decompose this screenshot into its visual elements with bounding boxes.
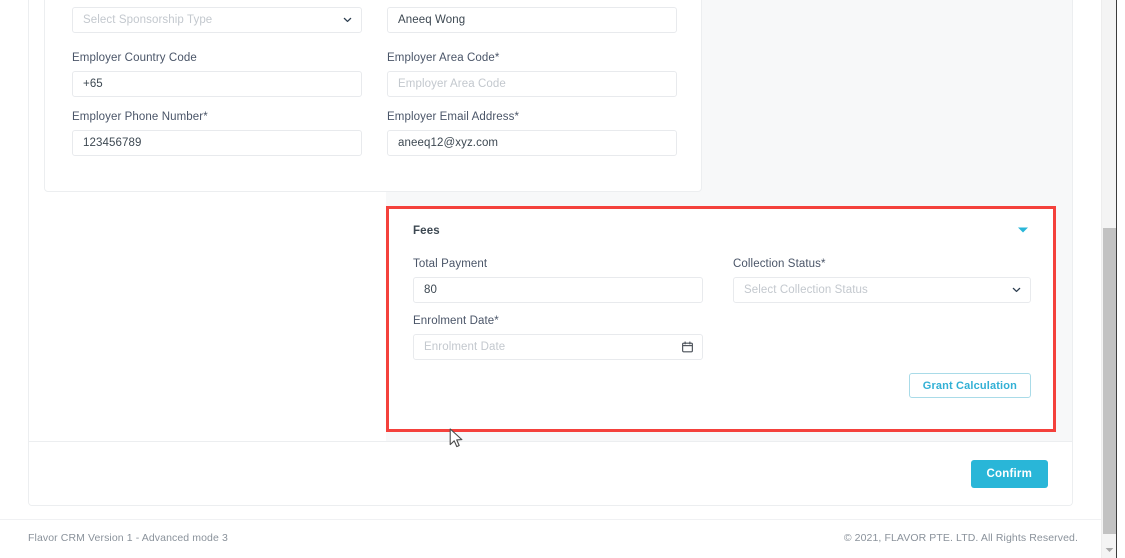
fees-panel-header: Fees: [413, 221, 1029, 243]
scrollbar-thumb[interactable]: [1103, 228, 1116, 534]
employer-phone-number-value: 123456789: [83, 137, 142, 149]
total-payment-input[interactable]: 80: [413, 277, 703, 303]
form-action-bar: Confirm: [29, 441, 1072, 505]
total-payment-value: 80: [424, 284, 437, 296]
employer-details-panel: Sponsorship Type Select Sponsorship Type…: [44, 0, 702, 192]
footer-copyright-text: © 2021, FLAVOR PTE. LTD. All Rights Rese…: [843, 532, 1078, 544]
confirm-button-label: Confirm: [986, 468, 1032, 480]
field-label-employer-country-code: Employer Country Code: [72, 52, 197, 64]
employer-email-address-input[interactable]: aneeq12@xyz.com: [387, 130, 677, 156]
vertical-scrollbar[interactable]: [1101, 0, 1117, 558]
employer-full-name-value: Aneeq Wong: [398, 14, 466, 26]
employer-area-code-input[interactable]: Employer Area Code: [387, 71, 677, 97]
window-right-edge: [1116, 0, 1125, 558]
fees-panel-title: Fees: [413, 225, 440, 237]
collection-status-value: Select Collection Status: [744, 284, 868, 296]
employer-country-code-input[interactable]: +65: [72, 71, 362, 97]
field-sponsorship-type: Sponsorship Type Select Sponsorship Type: [72, 0, 362, 33]
field-label-employer-email-address: Employer Email Address*: [387, 111, 520, 123]
grant-calculation-button[interactable]: Grant Calculation: [908, 373, 1031, 398]
field-label-employer-full-name: Employer Full Name: [387, 0, 677, 1]
employer-full-name-input[interactable]: Aneeq Wong: [387, 7, 677, 33]
enrolment-date-value: Enrolment Date: [424, 341, 506, 353]
chevron-down-icon: [343, 17, 352, 23]
app-window: Sponsorship Type Select Sponsorship Type…: [0, 0, 1125, 558]
field-collection-status: Collection Status* Select Collection Sta…: [733, 257, 1031, 303]
field-label-enrolment-date: Enrolment Date*: [413, 315, 499, 327]
footer-version-text: Flavor CRM Version 1 - Advanced mode 3: [28, 532, 228, 544]
collection-status-select[interactable]: Select Collection Status: [733, 277, 1031, 303]
employer-area-code-value: Employer Area Code: [398, 78, 506, 90]
field-label-total-payment: Total Payment: [413, 258, 488, 270]
employer-email-address-value: aneeq12@xyz.com: [398, 137, 499, 149]
chevron-down-icon[interactable]: [1017, 225, 1029, 235]
page-footer: Flavor CRM Version 1 - Advanced mode 3 ©…: [0, 519, 1108, 558]
sponsorship-type-value: Select Sponsorship Type: [83, 14, 213, 26]
field-label-employer-area-code: Employer Area Code*: [387, 52, 500, 64]
field-employer-phone-number: Employer Phone Number* 123456789: [72, 110, 362, 156]
field-label-employer-phone-number: Employer Phone Number*: [72, 111, 208, 123]
field-employer-area-code: Employer Area Code* Employer Area Code: [387, 51, 677, 97]
fees-panel: Fees Total Payment 80 Collection Status*…: [389, 209, 1053, 429]
sponsorship-type-select[interactable]: Select Sponsorship Type: [72, 7, 362, 33]
field-employer-email-address: Employer Email Address* aneeq12@xyz.com: [387, 110, 677, 156]
field-enrolment-date: Enrolment Date* Enrolment Date: [413, 314, 703, 360]
enrolment-date-input[interactable]: Enrolment Date: [413, 334, 703, 360]
calendar-icon[interactable]: [682, 341, 693, 353]
field-employer-full-name: Employer Full Name Aneeq Wong: [387, 0, 677, 33]
field-label-sponsorship-type: Sponsorship Type: [72, 0, 362, 1]
employer-phone-number-input[interactable]: 123456789: [72, 130, 362, 156]
scrollbar-down-arrow[interactable]: [1102, 542, 1117, 558]
field-employer-country-code: Employer Country Code +65: [72, 51, 362, 97]
chevron-down-icon: [1105, 548, 1114, 552]
field-label-collection-status: Collection Status*: [733, 258, 826, 270]
field-total-payment: Total Payment 80: [413, 257, 703, 303]
employer-country-code-value: +65: [83, 78, 103, 90]
chevron-down-icon: [1012, 287, 1021, 293]
confirm-button[interactable]: Confirm: [970, 460, 1048, 488]
grant-calculation-label: Grant Calculation: [922, 379, 1017, 392]
